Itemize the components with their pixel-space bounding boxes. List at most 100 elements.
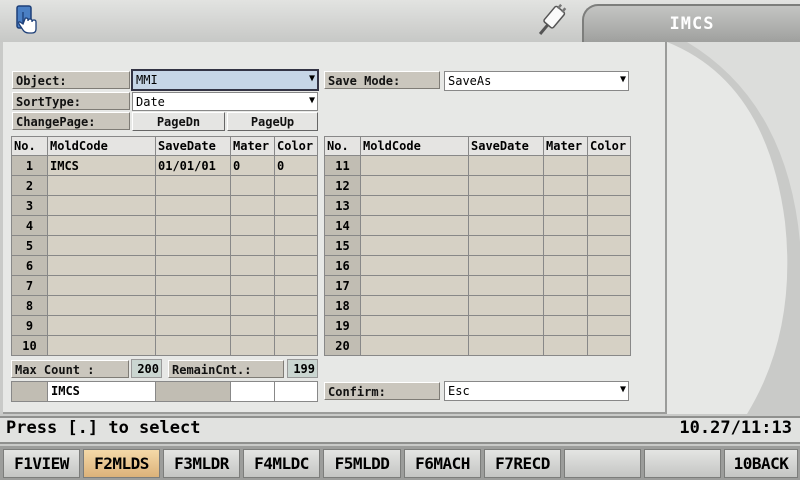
cell-mater [543,235,588,256]
cell-mater [230,215,275,236]
table-row[interactable]: 20 [324,335,631,356]
pagedn-button[interactable]: PageDn [132,112,225,131]
changepage-label: ChangePage: [12,112,130,130]
cell-savedate [468,275,544,296]
pointing-hand-icon[interactable] [14,4,42,38]
fkey-f3-mldr[interactable]: F3MLDR [163,449,240,478]
table-row[interactable]: 13 [324,195,631,216]
fkey-f4-mldc[interactable]: F4MLDC [243,449,320,478]
confirm-select[interactable]: Esc ▼ [444,381,629,401]
table-row[interactable]: 2 [11,175,318,196]
cell-mater: 0 [230,155,275,176]
status-message: Press [.] to select [6,418,201,438]
cell-savedate [468,195,544,216]
cell-color: 0 [274,155,318,176]
chevron-down-icon[interactable]: ▼ [309,74,315,84]
table-row[interactable]: 9 [11,315,318,336]
cell-moldcode [47,235,156,256]
table-row[interactable]: 10 [11,335,318,356]
cell-color [587,235,631,256]
cell-moldcode: IMCS [47,155,156,176]
savemode-select[interactable]: SaveAs ▼ [444,71,629,91]
fkey-f9-empty[interactable] [644,449,721,478]
table-row[interactable]: 16 [324,255,631,276]
fkey-f10-back[interactable]: 10BACK [724,449,798,478]
input-color-cell[interactable] [275,382,317,401]
cell-color [274,275,318,296]
cell-no: 1 [11,155,48,176]
fkey-f8-empty[interactable] [564,449,641,478]
cell-color [587,215,631,236]
savemode-label: Save Mode: [324,71,440,89]
cell-no: 12 [324,175,361,196]
chevron-down-icon[interactable]: ▼ [309,96,315,106]
cell-savedate [155,315,231,336]
table-row[interactable]: 19 [324,315,631,336]
table-row[interactable]: 11 [324,155,631,176]
cell-no: 17 [324,275,361,296]
cell-savedate [468,215,544,236]
object-value: MMI [136,73,158,87]
cell-color [587,255,631,276]
savemode-value: SaveAs [448,74,492,88]
col-no: No. [324,136,361,156]
cell-mater [543,255,588,276]
confirm-label: Confirm: [324,382,440,400]
cell-moldcode [360,275,469,296]
cell-no: 16 [324,255,361,276]
app-title: IMCS [582,4,800,42]
table-row[interactable]: 8 [11,295,318,316]
col-color: Color [274,136,318,156]
table-row[interactable]: 12 [324,175,631,196]
table-row[interactable]: 1 IMCS 01/01/01 0 0 [11,155,318,176]
pageup-button[interactable]: PageUp [227,112,318,131]
table-row[interactable]: 3 [11,195,318,216]
table-row[interactable]: 7 [11,275,318,296]
cell-color [274,335,318,356]
table-row[interactable]: 14 [324,215,631,236]
chevron-down-icon[interactable]: ▼ [620,385,626,395]
cell-no: 19 [324,315,361,336]
col-no: No. [11,136,48,156]
cell-mater [543,335,588,356]
fkey-f5-mldd[interactable]: F5MLDD [323,449,401,478]
confirm-value: Esc [448,384,470,398]
fkey-f7-recd[interactable]: F7RECD [484,449,561,478]
cell-moldcode [360,235,469,256]
table-row[interactable]: 4 [11,215,318,236]
remain-count-value: 199 [287,359,318,378]
object-select[interactable]: MMI ▼ [131,69,319,91]
cell-mater [230,315,275,336]
chevron-down-icon[interactable]: ▼ [620,75,626,85]
table-row[interactable]: 18 [324,295,631,316]
table-row[interactable]: 15 [324,235,631,256]
cell-moldcode [360,195,469,216]
cell-color [587,155,631,176]
remain-count-label: RemainCnt.: [168,360,284,378]
cell-color [274,195,318,216]
sorttype-select[interactable]: Date ▼ [132,92,318,111]
cell-savedate [155,275,231,296]
cell-color [274,235,318,256]
status-datetime: 10.27/11:13 [679,418,792,438]
table-row[interactable]: 17 [324,275,631,296]
cell-mater [543,195,588,216]
cell-no: 4 [11,215,48,236]
table-row[interactable]: 5 [11,235,318,256]
cell-savedate [155,235,231,256]
input-moldcode-cell[interactable]: IMCS [48,382,156,401]
fkey-f1-view[interactable]: F1VIEW [3,449,80,478]
fkey-f2-mlds[interactable]: F2MLDS [83,449,160,478]
cell-savedate [468,295,544,316]
col-savedate: SaveDate [468,136,544,156]
table-row[interactable]: 6 [11,255,318,276]
cell-color [587,335,631,356]
cell-no: 14 [324,215,361,236]
cell-mater [543,275,588,296]
input-mater-cell[interactable] [231,382,275,401]
mold-input-row[interactable]: IMCS [11,381,318,402]
max-count-label: Max Count : [11,360,129,378]
cell-savedate [468,175,544,196]
cell-color [274,255,318,276]
fkey-f6-mach[interactable]: F6MACH [404,449,481,478]
